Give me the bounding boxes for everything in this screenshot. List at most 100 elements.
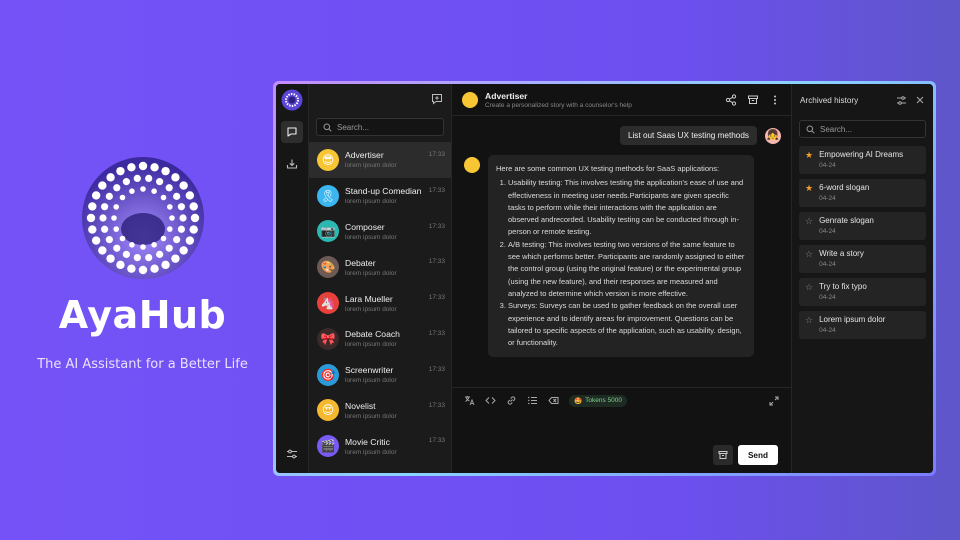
- assistant-time: 17:33: [428, 365, 445, 373]
- assistant-time: 17:33: [428, 186, 445, 194]
- app-window: Search... 😎 Advertiser lorem ipsum dolor 17…: [273, 81, 936, 476]
- more-button[interactable]: [769, 94, 781, 106]
- assistant-time: 17:33: [428, 222, 445, 230]
- assistant-name: Stand-up Comedian: [345, 186, 422, 197]
- assistant-time: 17:33: [428, 151, 445, 158]
- history-item-name: Try to fix typo: [819, 282, 867, 291]
- assistant-item[interactable]: 🎯 Screenwriter lorem ipsum dolor 17:33: [309, 357, 451, 393]
- assistant-subtitle: lorem ipsum dolor: [345, 377, 397, 385]
- clear-button[interactable]: [548, 395, 559, 406]
- chat-panel: Advertiser Create a personalized story w…: [452, 84, 792, 473]
- search-icon: [806, 125, 815, 134]
- assistant-item[interactable]: 🎗 Stand-up Comedian lorem ipsum dolor 17:33: [309, 178, 451, 214]
- expand-button[interactable]: [769, 396, 779, 406]
- assistant-item[interactable]: 🎀 Debate Coach lorem ipsum dolor 17:33: [309, 321, 451, 357]
- assistant-subtitle: lorem ipsum dolor: [345, 412, 397, 420]
- assistant-subtitle: lorem ipsum dolor: [345, 233, 397, 241]
- bot-avatar: [464, 157, 480, 173]
- share-button[interactable]: [725, 93, 737, 106]
- history-item-date: 04-24: [819, 195, 836, 202]
- composer-toolbar: 🤩 Tokens 5000: [452, 387, 791, 413]
- assistant-time: 17:33: [428, 258, 445, 266]
- close-icon: [915, 95, 925, 105]
- brand-tagline: The AI Assistant for a Better Life: [37, 357, 248, 372]
- assistant-subtitle: lorem ipsum dolor: [345, 341, 397, 349]
- history-item[interactable]: ☆ Write a story 04-24: [799, 245, 926, 273]
- assistant-item[interactable]: 📷 Composer lorem ipsum dolor 17:33: [309, 214, 451, 250]
- bot-message-intro: Here are some common UX testing methods …: [496, 164, 720, 173]
- assistant-avatar: 😎: [317, 148, 339, 171]
- new-chat-button[interactable]: [431, 93, 443, 105]
- message-list: List out Saas UX testing methods 👧 Here …: [452, 116, 791, 387]
- message-input[interactable]: Send: [452, 413, 791, 473]
- star-icon[interactable]: ☆: [805, 216, 813, 236]
- history-search-placeholder: Search...: [820, 124, 853, 134]
- user-avatar: 👧: [765, 127, 781, 144]
- star-icon[interactable]: ★: [805, 183, 813, 203]
- history-title: Archived history: [800, 95, 859, 105]
- link-button[interactable]: [506, 395, 517, 406]
- archive-chat-button[interactable]: [712, 445, 733, 465]
- settings-button[interactable]: [281, 443, 303, 465]
- expand-icon: [769, 396, 779, 406]
- tokens-label: Tokens 5000: [585, 397, 622, 404]
- assistant-name: Advertiser: [345, 150, 384, 161]
- history-item-name: Genrate slogan: [819, 216, 874, 225]
- search-icon: [323, 123, 332, 132]
- assistant-subtitle: lorem ipsum dolor: [345, 198, 397, 206]
- assistant-avatar: [462, 91, 478, 108]
- assistant-search-input[interactable]: Search...: [316, 118, 444, 136]
- close-history-button[interactable]: [915, 95, 925, 105]
- chat-subtitle: Create a personalized story with a couns…: [485, 101, 632, 109]
- history-item[interactable]: ★ 6-word slogan 04-24: [799, 179, 926, 207]
- history-item-date: 04-24: [819, 327, 836, 334]
- assistant-subtitle: lorem ipsum dolor: [345, 269, 397, 277]
- assistant-item[interactable]: 🎨 Debater lorem ipsum dolor 17:33: [309, 249, 451, 285]
- archive-icon: [747, 94, 759, 106]
- app-avatar[interactable]: [281, 89, 303, 111]
- assistant-item[interactable]: 😎 Advertiser lorem ipsum dolor 17:33: [309, 142, 451, 178]
- history-filter-button[interactable]: [896, 95, 907, 106]
- emoji-icon: 🤩: [574, 397, 583, 405]
- assistant-subtitle: lorem ipsum dolor: [345, 162, 397, 170]
- history-item-date: 04-24: [819, 162, 836, 169]
- assistant-list-panel: Search... 😎 Advertiser lorem ipsum dolor 17…: [309, 84, 452, 473]
- assistant-item[interactable]: 🦄 Lara Mueller lorem ipsum dolor 17:33: [309, 285, 451, 321]
- download-nav-button[interactable]: [281, 153, 303, 175]
- translate-button[interactable]: [464, 395, 475, 406]
- star-icon[interactable]: ☆: [805, 315, 813, 335]
- assistant-name: Movie Critic: [345, 436, 390, 447]
- chat-nav-button[interactable]: [281, 121, 303, 143]
- code-icon: [485, 395, 496, 406]
- list-button[interactable]: [527, 395, 538, 406]
- bot-list-item: A/B testing: This involves testing two v…: [508, 239, 745, 300]
- code-button[interactable]: [485, 395, 496, 406]
- history-item[interactable]: ☆ Try to fix typo 04-24: [799, 278, 926, 306]
- nav-rail: [276, 84, 309, 473]
- user-message: List out Saas UX testing methods: [619, 126, 757, 145]
- star-icon[interactable]: ☆: [805, 282, 813, 302]
- assistant-item[interactable]: 🎬 Movie Critic lorem ipsum dolor 17:33: [309, 428, 451, 464]
- archive-button[interactable]: [747, 94, 759, 106]
- assistant-avatar: 📷: [317, 220, 339, 243]
- history-item[interactable]: ☆ Lorem ipsum dolor 04-24: [799, 311, 926, 339]
- history-search-input[interactable]: Search...: [799, 120, 926, 138]
- assistant-list: 😎 Advertiser lorem ipsum dolor 17:33 🎗 Stand-…: [309, 142, 451, 464]
- assistant-time: 17:33: [428, 329, 445, 337]
- assistant-avatar: 🎀: [317, 327, 339, 350]
- assistant-item[interactable]: 😍 Novelist lorem ipsum dolor 17:33: [309, 393, 451, 429]
- history-item[interactable]: ★ Empowering AI Dreams 04-24: [799, 146, 926, 174]
- assistant-avatar: 🎯: [317, 363, 339, 386]
- translate-icon: [464, 395, 475, 406]
- history-item-date: 04-24: [819, 228, 836, 235]
- bot-list-item: Surveys: Surveys can be used to gather f…: [508, 300, 745, 349]
- star-icon[interactable]: ★: [805, 150, 813, 170]
- star-icon[interactable]: ☆: [805, 249, 813, 269]
- history-item-date: 04-24: [819, 261, 836, 268]
- history-item-name: Empowering AI Dreams: [819, 150, 904, 159]
- user-message-row: List out Saas UX testing methods 👧: [464, 126, 781, 145]
- history-item-name: 6-word slogan: [819, 183, 870, 192]
- history-item[interactable]: ☆ Genrate slogan 04-24: [799, 212, 926, 240]
- send-button[interactable]: Send: [737, 445, 778, 465]
- tokens-badge: 🤩 Tokens 5000: [569, 394, 627, 407]
